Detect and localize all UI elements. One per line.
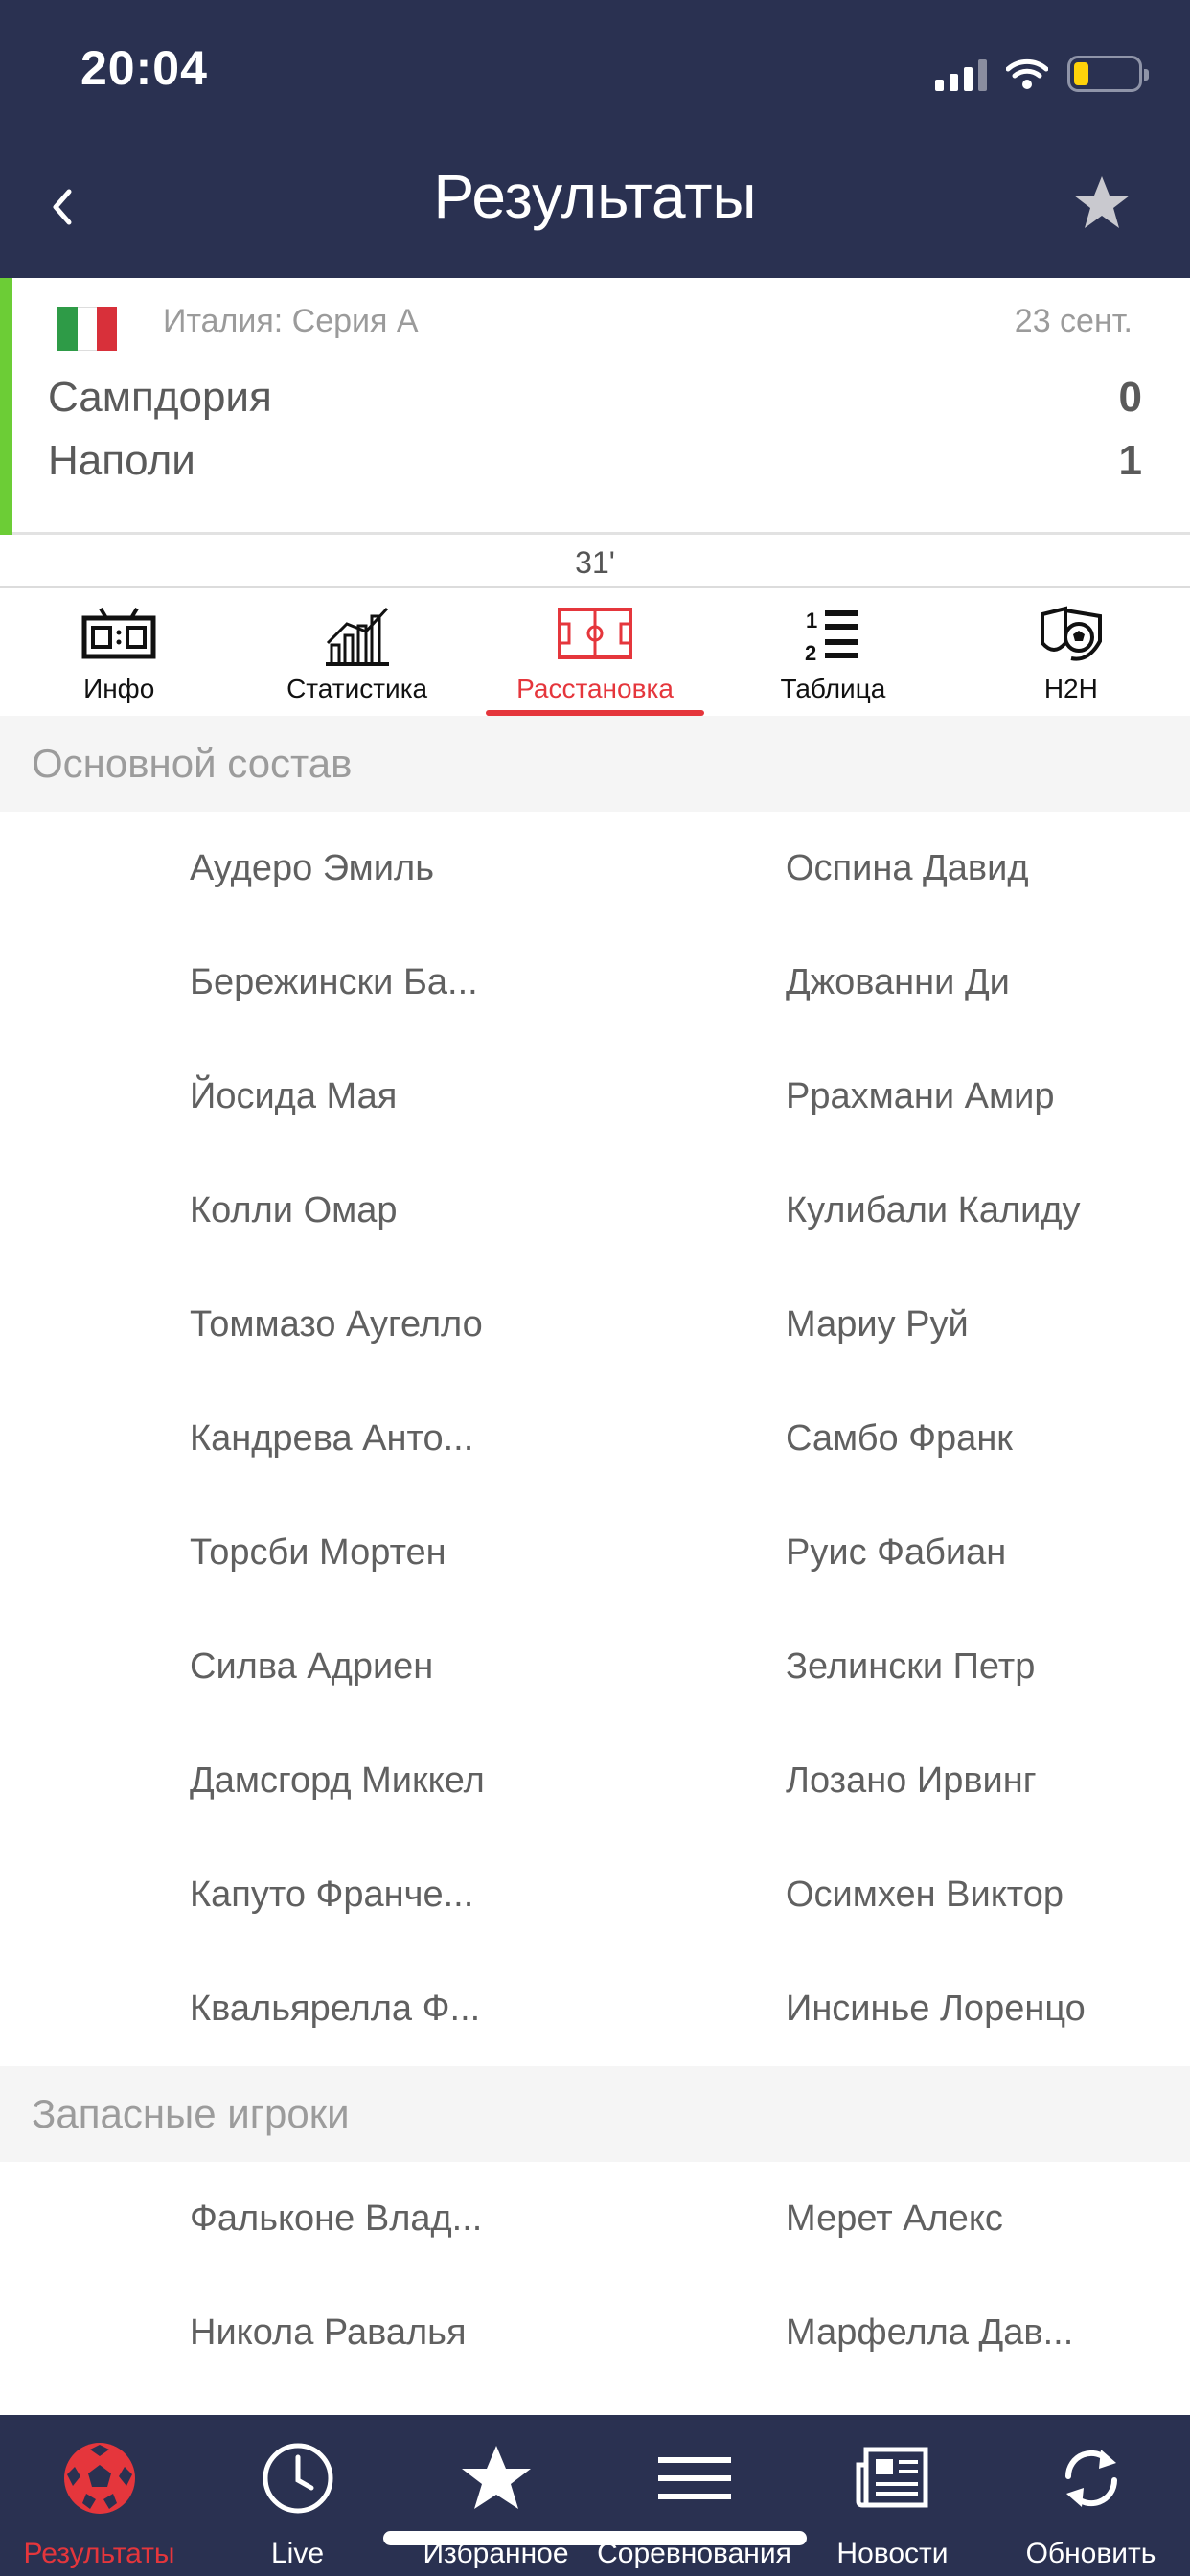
home-score: 0 [1118,374,1142,421]
home-player[interactable]: Квальярелла Ф... [190,1952,480,2066]
scoreboard-icon [81,607,156,659]
nav-results-label: Результаты [23,2538,175,2569]
star-icon [461,2446,531,2509]
lineup-row: Аудеро Эмиль Оспина Давид [0,812,1190,926]
lineup-row: Никола Равалья Марфелла Дав... [0,2276,1190,2390]
away-player[interactable]: Зелински Петр [786,1610,1035,1724]
home-player[interactable]: Йосида Мая [190,1040,397,1154]
away-player[interactable]: Оспина Давид [786,812,1029,926]
nav-refresh[interactable]: Обновить [992,2415,1190,2576]
match-minute: 31' [0,535,1190,588]
match-card[interactable]: Италия: Серия А 23 сент. Сампдория 0 Нап… [0,278,1190,535]
home-player[interactable]: Аудеро Эмиль [190,812,434,926]
page-title: Результаты [433,162,757,231]
away-player[interactable]: Мариу Руй [786,1268,969,1382]
field-lineup-icon [558,608,633,659]
tab-lineups-label: Расстановка [516,674,674,703]
home-indicator[interactable] [383,2531,807,2545]
tab-h2h-label: H2H [1043,674,1098,703]
status-time: 20:04 [80,41,208,95]
nav-results[interactable]: Результаты [0,2415,198,2576]
lineup-row: Йосида Мая Ррахмани Амир [0,1040,1190,1154]
home-player[interactable]: Бережински Ба... [190,926,478,1040]
home-player[interactable]: Силва Адриен [190,1610,433,1724]
battery-icon [1067,56,1149,92]
stats-chart-icon [325,607,389,666]
top-bar: 20:04 Результаты [0,0,1190,278]
lineup-row: Дамсгорд Миккел Лозано Ирвинг [0,1724,1190,1838]
lineup-row: Фальконе Влад... Мерет Алекс [0,2162,1190,2276]
away-player[interactable]: Самбо Франк [786,1382,1013,1496]
nav-live-label: Live [270,2538,325,2569]
away-player[interactable]: Ррахмани Амир [786,1040,1054,1154]
away-score: 1 [1118,437,1142,484]
away-player[interactable]: Мерет Алекс [786,2162,1003,2276]
home-player[interactable]: Торсби Мортен [190,1496,446,1610]
italy-flag-icon [57,307,118,351]
wifi-icon [1006,58,1048,89]
tab-h2h[interactable]: H2H [952,591,1190,716]
away-player[interactable]: Кулибали Калиду [786,1154,1081,1268]
lineup-row: Торсби Мортен Руис Фабиан [0,1496,1190,1610]
starting-lineup-header: Основной состав [0,716,1190,812]
home-player[interactable]: Кандрева Анто... [190,1382,473,1496]
cellular-signal-icon [935,57,987,91]
tab-lineups[interactable]: Расстановка [476,591,714,716]
nav-competitions[interactable]: Соревнования [595,2415,793,2576]
h2h-shield-icon [1040,606,1102,661]
lineup-row: Томмазо Аугелло Мариу Руй [0,1268,1190,1382]
soccer-ball-icon [63,2443,135,2514]
tab-statistics[interactable]: Статистика [238,591,475,716]
home-team: Сампдория [48,374,272,421]
nav-news-label: Новости [836,2538,949,2569]
starting-lineup-list: Аудеро Эмиль Оспина Давид Бережински Ба.… [0,812,1190,2066]
svg-text:2: 2 [805,641,816,665]
lineup-row: Квальярелла Ф... Инсинье Лоренцо [0,1952,1190,2066]
lineup-row: Силва Адриен Зелински Петр [0,1610,1190,1724]
home-player[interactable]: Фальконе Влад... [190,2162,482,2276]
away-player[interactable]: Лозано Ирвинг [786,1724,1037,1838]
refresh-icon [1064,2450,1117,2507]
away-player[interactable]: Марфелла Дав... [786,2276,1073,2390]
lineup-row: Капуто Франче... Осимхен Виктор [0,1838,1190,1952]
tab-standings-label: Таблица [780,674,886,703]
away-player[interactable]: Джованни Ди [786,926,1010,1040]
clock-icon [263,2443,332,2514]
lineup-row: Колли Омар Кулибали Калиду [0,1154,1190,1268]
lineup-row: Кандрева Анто... Самбо Франк [0,1382,1190,1496]
substitutes-header: Запасные игроки [0,2066,1190,2162]
home-player[interactable]: Дамсгорд Миккел [190,1724,485,1838]
favorite-star-button[interactable] [1071,172,1133,234]
nav-news[interactable]: Новости [793,2415,992,2576]
live-indicator-bar [0,278,12,535]
tab-statistics-label: Статистика [286,674,428,703]
substitutes-list: Фальконе Влад... Мерет Алекс Никола Рава… [0,2162,1190,2390]
newspaper-icon [856,2447,927,2508]
away-team: Наполи [48,437,195,484]
tab-standings[interactable]: 1 2 Таблица [714,591,951,716]
menu-lines-icon [657,2457,731,2499]
match-date: 23 сент. [1014,303,1133,339]
match-tabs: Инфо Статистика Расстановка 1 2 Таблица … [0,591,1190,716]
tab-info-label: Инфо [83,674,155,703]
home-player[interactable]: Никола Равалья [190,2276,467,2390]
away-player[interactable]: Осимхен Виктор [786,1838,1064,1952]
nav-live[interactable]: Live [198,2415,397,2576]
nav-refresh-label: Обновить [1025,2538,1156,2569]
nav-favorites[interactable]: Избранное [397,2415,595,2576]
svg-text:1: 1 [806,609,817,632]
home-player[interactable]: Капуто Франче... [190,1838,473,1952]
tab-info[interactable]: Инфо [0,591,238,716]
away-player[interactable]: Руис Фабиан [786,1496,1006,1610]
bottom-navigation: Результаты Live Избранное Соревнования Н… [0,2415,1190,2576]
lineup-row: Бережински Ба... Джованни Ди [0,926,1190,1040]
status-icons [935,50,1149,98]
standings-list-icon: 1 2 [805,609,858,665]
league-name: Италия: Серия А [163,303,419,339]
home-player[interactable]: Томмазо Аугелло [190,1268,483,1382]
home-player[interactable]: Колли Омар [190,1154,398,1268]
away-player[interactable]: Инсинье Лоренцо [786,1952,1086,2066]
